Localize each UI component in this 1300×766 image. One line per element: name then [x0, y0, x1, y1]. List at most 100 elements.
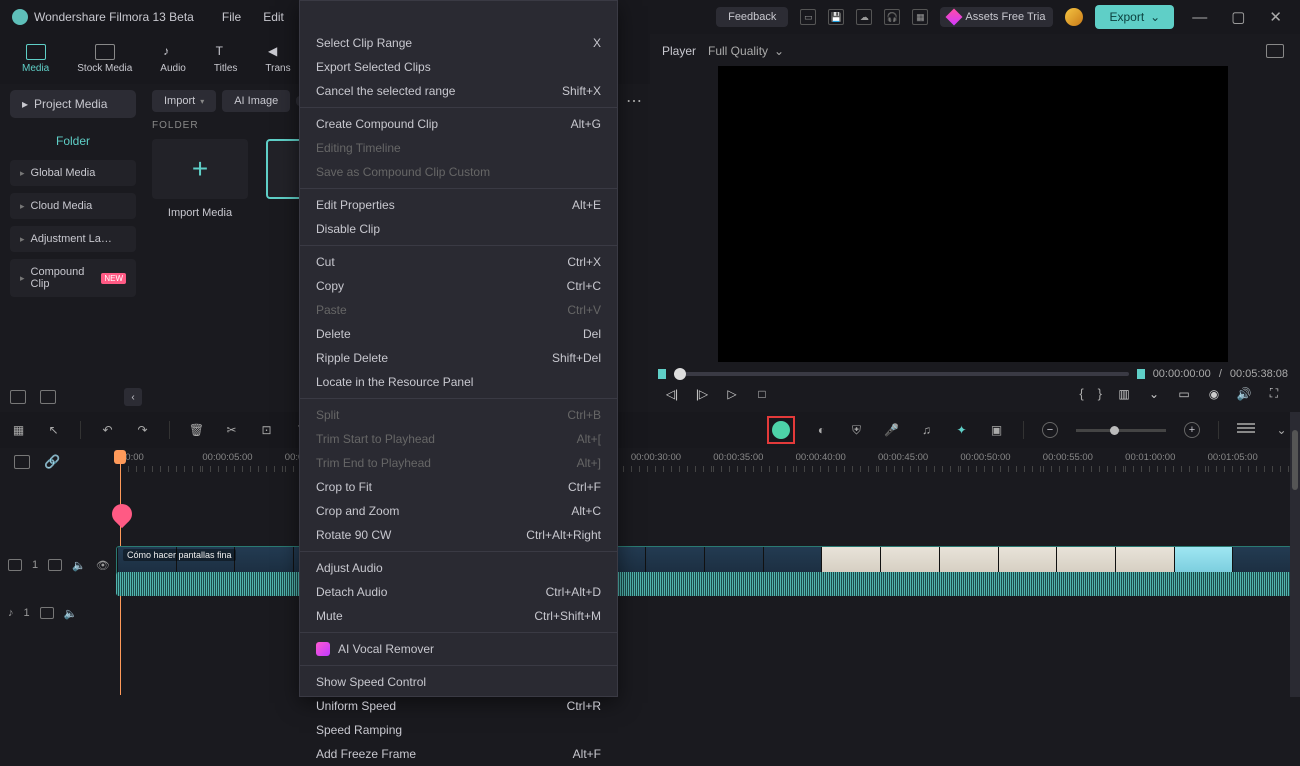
zoom-out-button[interactable]: −: [1042, 422, 1058, 438]
folder-label[interactable]: Folder: [10, 128, 136, 160]
mark-out-button[interactable]: }: [1098, 386, 1102, 401]
pointer-tool-icon[interactable]: ↖: [45, 422, 62, 439]
effects-icon[interactable]: ✦: [953, 422, 970, 439]
chevron-down-icon[interactable]: ⌄: [1146, 387, 1162, 401]
ctx-delete[interactable]: DeleteDel: [300, 322, 617, 346]
import-chip[interactable]: Import▾: [152, 90, 216, 112]
timeline-layout-icon[interactable]: [14, 455, 30, 469]
audio-clip[interactable]: [116, 572, 1292, 596]
menu-file[interactable]: File: [222, 10, 241, 24]
lock-icon[interactable]: [48, 559, 62, 571]
camera-icon[interactable]: ◉: [1206, 387, 1222, 401]
video-preview[interactable]: [718, 66, 1228, 362]
assets-button[interactable]: Assets Free Tria: [940, 7, 1053, 27]
apps-icon[interactable]: ▦: [912, 9, 928, 25]
sidebar-item-cloud-media[interactable]: ▸Cloud Media: [10, 193, 136, 219]
save-icon[interactable]: 💾: [828, 9, 844, 25]
seek-bar[interactable]: [674, 372, 1129, 376]
ai-image-chip[interactable]: AI Image: [222, 90, 290, 112]
support-icon[interactable]: 🎧: [884, 9, 900, 25]
mute-icon[interactable]: 🔈: [72, 559, 86, 572]
maximize-button[interactable]: ▢: [1225, 8, 1251, 26]
out-marker[interactable]: [1137, 369, 1145, 379]
new-folder-icon[interactable]: [10, 390, 26, 404]
ctx-mute[interactable]: MuteCtrl+Shift+M: [300, 604, 617, 628]
screen-icon[interactable]: ▭: [800, 9, 816, 25]
video-track-icon[interactable]: [8, 559, 22, 571]
mic-icon[interactable]: 🎤: [883, 422, 900, 439]
ctx-export-selected-clips[interactable]: Export Selected Clips: [300, 55, 617, 79]
folder-plus-icon[interactable]: [40, 390, 56, 404]
prev-frame-button[interactable]: ◁|: [664, 387, 680, 401]
ctx-crop-to-fit[interactable]: Crop to FitCtrl+F: [300, 475, 617, 499]
crop-button[interactable]: ⊡: [258, 422, 275, 439]
color-button[interactable]: ◐: [813, 422, 830, 439]
sidebar-item-adjustment[interactable]: ▸Adjustment La…: [10, 226, 136, 252]
ctx-speed-ramping[interactable]: Speed Ramping: [300, 718, 617, 742]
in-marker[interactable]: [658, 369, 666, 379]
ctx-uniform-speed[interactable]: Uniform SpeedCtrl+R: [300, 694, 617, 718]
ctx-edit-properties[interactable]: Edit PropertiesAlt+E: [300, 193, 617, 217]
time-ruler[interactable]: 00:00 00:00:05:00 00:00:10:00 00:00:30:0…: [120, 452, 1290, 472]
tab-media[interactable]: Media: [8, 44, 63, 74]
more-icon[interactable]: ⋯: [626, 91, 644, 111]
step-button[interactable]: |▷: [694, 387, 710, 401]
collapse-sidebar-button[interactable]: ‹: [124, 388, 142, 406]
import-media-tile[interactable]: + Import Media: [152, 139, 248, 219]
tab-transitions[interactable]: ◀Trans: [251, 44, 304, 74]
lock-icon[interactable]: [40, 607, 54, 619]
ctx-ai-vocal-remover[interactable]: AI Vocal Remover: [300, 637, 617, 661]
feedback-button[interactable]: Feedback: [716, 7, 788, 27]
music-icon[interactable]: ♫: [918, 422, 935, 439]
display-icon[interactable]: ▭: [1176, 387, 1192, 401]
view-options-button[interactable]: [1237, 423, 1255, 437]
ctx-detach-audio[interactable]: Detach AudioCtrl+Alt+D: [300, 580, 617, 604]
snapshot-icon[interactable]: [1266, 44, 1284, 58]
volume-icon[interactable]: 🔊: [1236, 387, 1252, 401]
shield-icon[interactable]: ⛨: [848, 422, 865, 439]
zoom-in-button[interactable]: +: [1184, 422, 1200, 438]
mark-in-button[interactable]: {: [1079, 386, 1083, 401]
ctx-select-clip-range[interactable]: Select Clip RangeX: [300, 31, 617, 55]
sidebar-item-global-media[interactable]: ▸Global Media: [10, 160, 136, 186]
close-button[interactable]: ✕: [1263, 8, 1288, 26]
menu-edit[interactable]: Edit: [263, 10, 284, 24]
ctx-copy[interactable]: CopyCtrl+C: [300, 274, 617, 298]
ctx-ripple-delete[interactable]: Ripple DeleteShift+Del: [300, 346, 617, 370]
tab-titles[interactable]: TTitles: [200, 44, 252, 74]
ctx-adjust-audio[interactable]: Adjust Audio: [300, 556, 617, 580]
quality-selector[interactable]: Full Quality⌄: [708, 44, 784, 58]
tab-stock-media[interactable]: Stock Media: [63, 44, 146, 74]
play-button[interactable]: ▷: [724, 387, 740, 401]
ctx-crop-and-zoom[interactable]: Crop and ZoomAlt+C: [300, 499, 617, 523]
project-media-button[interactable]: ▸Project Media: [10, 90, 136, 118]
minimize-button[interactable]: —: [1186, 9, 1213, 26]
stop-button[interactable]: □: [754, 387, 770, 401]
ctx-create-compound-clip[interactable]: Create Compound ClipAlt+G: [300, 112, 617, 136]
ctx-add-freeze-frame[interactable]: Add Freeze FrameAlt+F: [300, 742, 617, 766]
eye-icon[interactable]: 👁: [96, 559, 110, 572]
split-button[interactable]: ✂: [223, 422, 240, 439]
redo-button[interactable]: ↷: [134, 422, 151, 439]
undo-button[interactable]: ↶: [99, 422, 116, 439]
select-tool-icon[interactable]: ▦: [10, 422, 27, 439]
tab-audio[interactable]: ♪Audio: [146, 44, 200, 74]
user-avatar[interactable]: [1065, 8, 1083, 26]
ctx-show-speed-control[interactable]: Show Speed Control: [300, 670, 617, 694]
zoom-slider[interactable]: [1076, 429, 1166, 432]
mute-icon[interactable]: 🔈: [64, 607, 78, 620]
export-button[interactable]: Export⌄: [1095, 5, 1174, 29]
cloud-icon[interactable]: ☁: [856, 9, 872, 25]
sidebar-item-compound-clip[interactable]: ▸Compound ClipNEW: [10, 259, 136, 297]
audio-note-icon[interactable]: ♪: [8, 607, 14, 619]
ctx-cut[interactable]: CutCtrl+X: [300, 250, 617, 274]
ctx-disable-clip[interactable]: Disable Clip: [300, 217, 617, 241]
more-timeline-icon[interactable]: ⌄: [1273, 422, 1290, 439]
link-icon[interactable]: 🔗: [44, 454, 60, 470]
ctx-cancel-selected-range[interactable]: Cancel the selected rangeShift+X: [300, 79, 617, 103]
ratio-icon[interactable]: ▥: [1116, 387, 1132, 401]
ctx-locate-resource-panel[interactable]: Locate in the Resource Panel: [300, 370, 617, 394]
fullscreen-icon[interactable]: ⛶: [1266, 387, 1282, 401]
keyframe-icon[interactable]: ▣: [988, 422, 1005, 439]
delete-button[interactable]: 🗑: [188, 422, 205, 439]
